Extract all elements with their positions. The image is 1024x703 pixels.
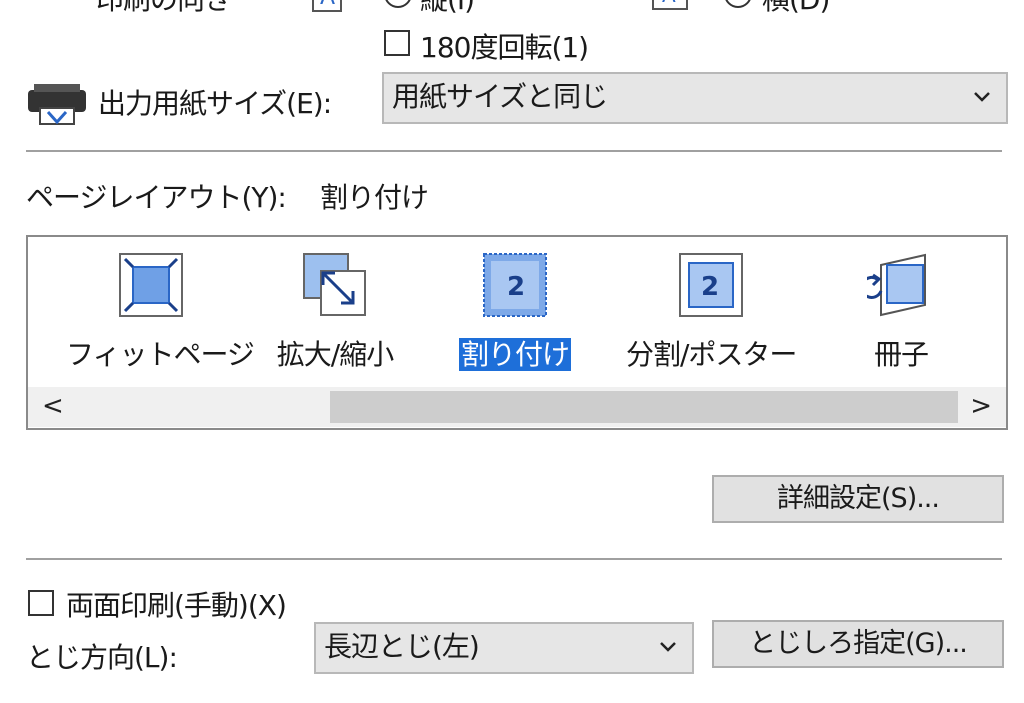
layout-item-label: 冊子	[873, 338, 929, 371]
tiling-poster-icon: 2	[679, 253, 743, 317]
details-button[interactable]: 詳細設定(S)...	[712, 475, 1004, 523]
svg-text:2: 2	[507, 272, 525, 302]
portrait-label: 縦(I)	[420, 0, 475, 18]
layout-item-scale[interactable]: 拡大/縮小	[250, 237, 420, 377]
layout-item-booklet[interactable]: 冊子	[816, 237, 986, 377]
landscape-radio[interactable]	[724, 0, 752, 8]
chevron-down-icon	[660, 642, 676, 652]
svg-text:A: A	[320, 0, 335, 10]
svg-text:2: 2	[701, 272, 719, 302]
scale-icon	[303, 253, 366, 316]
binding-label: とじ方向(L):	[26, 641, 178, 674]
output-paper-select[interactable]: 用紙サイズと同じ	[382, 72, 1008, 124]
booklet-icon	[867, 253, 926, 317]
layout-item-fit-page[interactable]: フィットページ	[66, 237, 255, 377]
layout-item-tiling-poster[interactable]: 2 分割/ポスター	[626, 237, 797, 377]
svg-text:A: A	[662, 0, 676, 7]
scroll-left-icon[interactable]: <	[42, 391, 64, 421]
binding-value: 長辺とじ(左)	[324, 630, 480, 663]
divider	[26, 558, 1002, 560]
layout-item-label: 拡大/縮小	[276, 338, 394, 371]
layout-item-label: フィットページ	[66, 338, 255, 371]
layout-item-page-layout[interactable]: 2 割り付け	[430, 237, 600, 377]
chevron-down-icon	[974, 92, 990, 102]
horizontal-scrollbar[interactable]: < >	[28, 387, 1006, 427]
fit-page-icon	[119, 253, 183, 317]
rotate-180-label: 180度回転(1)	[420, 31, 589, 64]
scroll-right-icon[interactable]: >	[970, 391, 992, 421]
layout-item-label: 割り付け	[458, 338, 571, 371]
landscape-label: 横(D)	[762, 0, 830, 18]
duplex-label: 両面印刷(手動)(X)	[66, 589, 287, 622]
portrait-icon: A	[312, 0, 342, 12]
duplex-checkbox[interactable]	[28, 590, 54, 616]
page-layout-icon: 2	[483, 253, 547, 317]
scrollbar-thumb[interactable]	[330, 391, 958, 423]
layout-item-label: 分割/ポスター	[626, 338, 797, 371]
binding-margin-button[interactable]: とじしろ指定(G)...	[712, 620, 1004, 668]
landscape-icon: A	[652, 0, 688, 10]
output-paper-label: 出力用紙サイズ(E):	[98, 87, 332, 120]
page-layout-label: ページレイアウト(Y):	[26, 181, 287, 214]
page-layout-value: 割り付け	[320, 181, 429, 214]
portrait-radio[interactable]	[384, 0, 412, 8]
binding-select[interactable]: 長辺とじ(左)	[314, 622, 694, 674]
printer-icon	[28, 84, 86, 125]
orientation-label: 印刷の向き	[96, 0, 232, 18]
rotate-180-checkbox[interactable]	[384, 30, 410, 56]
orientation-row: 印刷の向き A 縦(I) A 横(D)	[0, 0, 1024, 16]
divider	[26, 150, 1002, 152]
output-paper-value: 用紙サイズと同じ	[392, 80, 608, 113]
page-layout-list[interactable]: フィットページ 拡大/縮小 2 割り付け 2 分割/ポスター 冊子 < >	[26, 235, 1008, 430]
